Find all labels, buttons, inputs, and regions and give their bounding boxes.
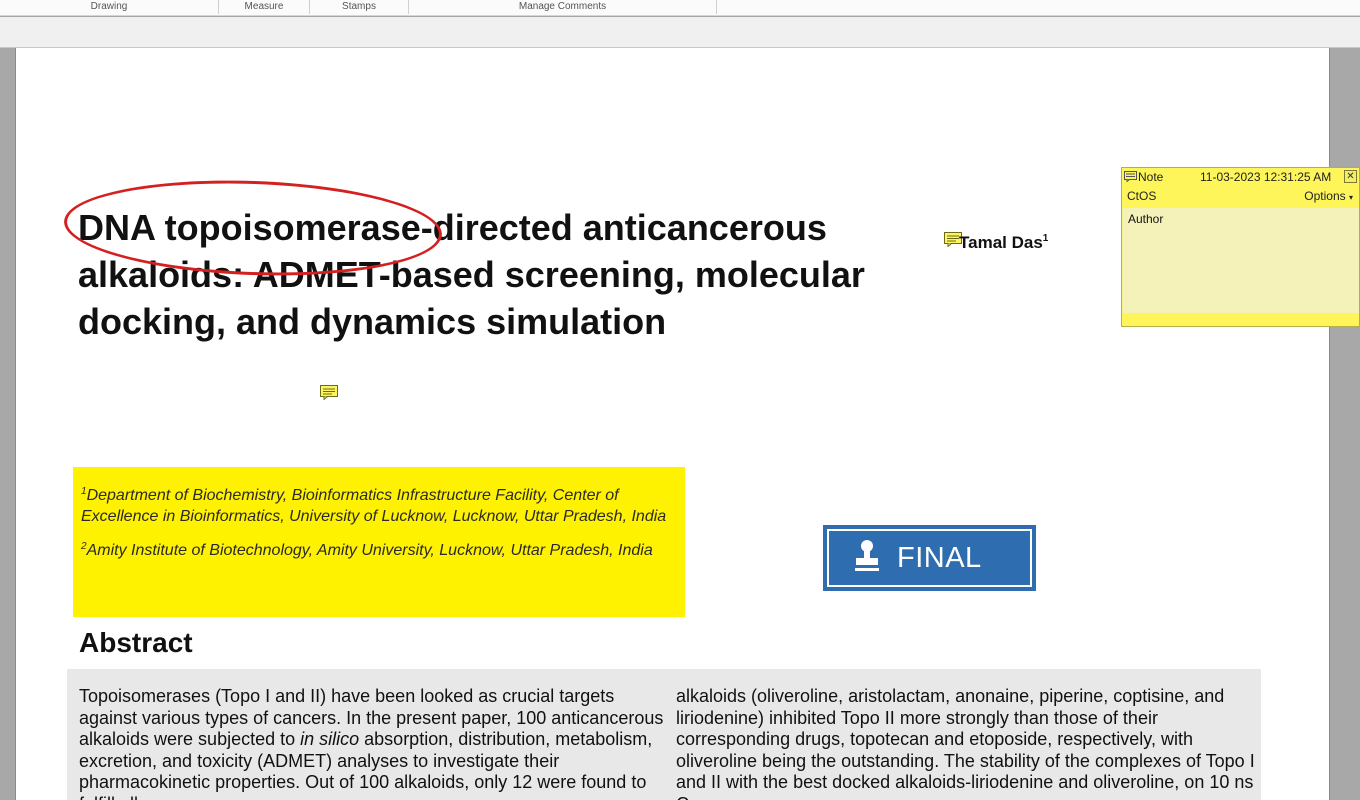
author-name: Tamal Das1: [959, 233, 1048, 253]
affiliations-highlight[interactable]: 1Department of Biochemistry, Bioinformat…: [73, 467, 685, 617]
note-author: CtOS: [1127, 189, 1157, 203]
affiliation-item: 1Department of Biochemistry, Bioinformat…: [81, 481, 685, 527]
note-popup[interactable]: Note 11-03-2023 12:31:25 AM ✕ CtOS Optio…: [1121, 167, 1360, 327]
note-body-textarea[interactable]: Author: [1123, 208, 1359, 313]
ribbon-group-stamps[interactable]: Stamps: [310, 0, 409, 14]
sticky-note-icon[interactable]: [320, 385, 338, 400]
ribbon-group-drawing[interactable]: Drawing: [0, 0, 219, 14]
ribbon-group-labels: Drawing Measure Stamps Manage Comments: [0, 0, 1360, 16]
affiliation-text: Department of Biochemistry, Bioinformati…: [81, 487, 667, 525]
chevron-down-icon: ▾: [1348, 193, 1353, 202]
note-options-label: Options: [1304, 189, 1346, 203]
author-affiliation-sup: 1: [1042, 233, 1049, 244]
note-options-menu[interactable]: Options ▾: [1304, 189, 1353, 203]
affiliation-item: 2Amity Institute of Biotechnology, Amity…: [81, 536, 685, 561]
note-timestamp: 11-03-2023 12:31:25 AM: [1200, 170, 1332, 184]
abstract-column-left: Topoisomerases (Topo I and II) have been…: [79, 686, 669, 800]
ribbon-group-manage-comments[interactable]: Manage Comments: [409, 0, 717, 14]
pdf-page: DNA topoisomerase-directed anticancerous…: [15, 48, 1330, 800]
document-viewport[interactable]: DNA topoisomerase-directed anticancerous…: [0, 48, 1360, 800]
author-name-text: Tamal Das: [959, 233, 1043, 252]
note-icon: [1124, 171, 1137, 185]
stamp-icon: [855, 539, 879, 578]
note-popup-header[interactable]: Note 11-03-2023 12:31:25 AM ✕: [1122, 168, 1359, 186]
stamp-border: FINAL: [827, 529, 1032, 587]
abstract-heading: Abstract: [79, 627, 193, 658]
note-popup-footer: [1122, 313, 1359, 326]
close-icon[interactable]: ✕: [1344, 170, 1357, 183]
note-popup-subheader: CtOS Options ▾: [1122, 186, 1359, 207]
stamp-label: FINAL: [897, 541, 982, 574]
final-stamp[interactable]: FINAL: [823, 525, 1036, 591]
secondary-toolbar: [0, 17, 1360, 48]
ribbon-group-measure[interactable]: Measure: [219, 0, 310, 14]
note-type-label: Note: [1138, 170, 1164, 184]
affiliation-text: Amity Institute of Biotechnology, Amity …: [86, 542, 653, 559]
abstract-left-emphasis: in silico: [300, 729, 360, 749]
abstract-column-right: alkaloids (oliveroline, aristolactam, an…: [676, 686, 1255, 800]
